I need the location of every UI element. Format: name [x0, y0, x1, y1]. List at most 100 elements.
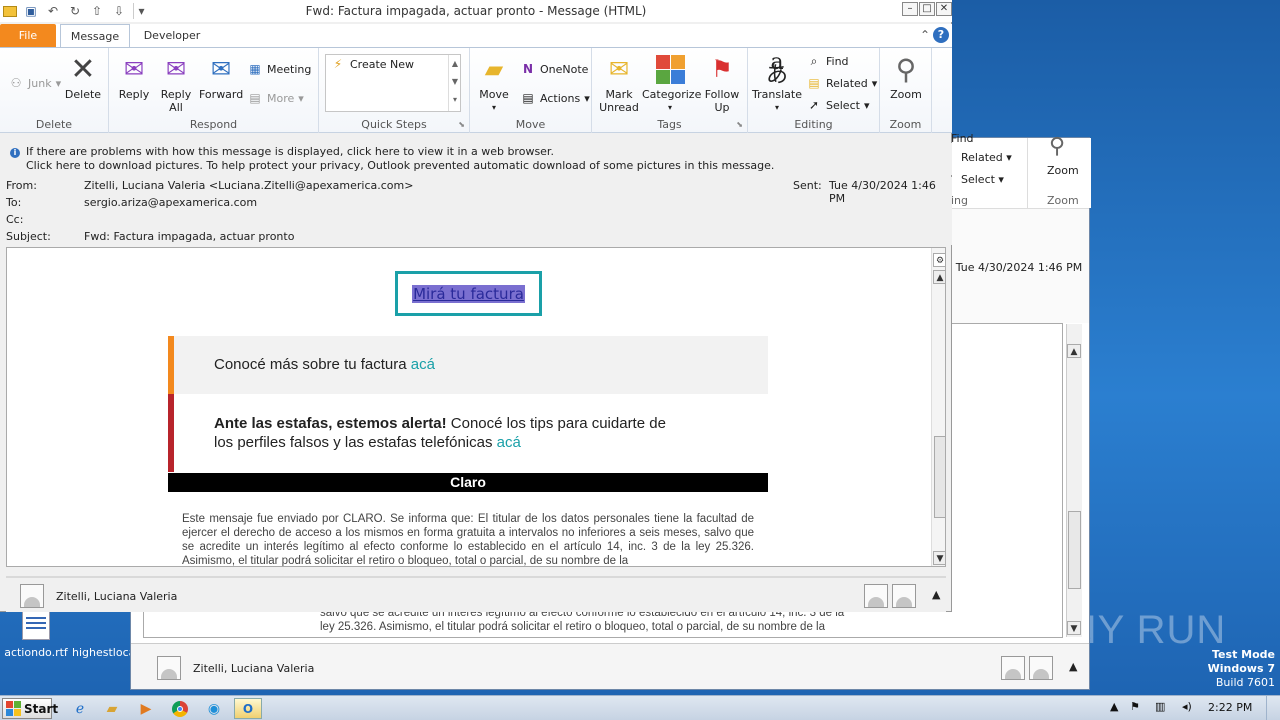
info-bar[interactable]: i If there are problems with how this me… — [0, 143, 952, 175]
to-value[interactable]: sergio.ariza@apexamerica.com — [84, 196, 257, 209]
info-line-browser[interactable]: If there are problems with how this mess… — [26, 145, 554, 158]
bg-related-button[interactable]: Related ▾ — [961, 151, 1012, 164]
dialog-launcher-icon[interactable]: ⬊ — [458, 120, 465, 129]
desktop-icon-label: actiondo.rtf — [4, 646, 68, 659]
actions-button[interactable]: ▤ Actions ▾ — [520, 89, 589, 107]
reply-label: Reply — [118, 88, 150, 101]
info-line-pictures[interactable]: Click here to download pictures. To help… — [26, 159, 774, 172]
from-value[interactable]: Zitelli, Luciana Valeria <Luciana.Zitell… — [84, 179, 413, 192]
down-icon[interactable]: ⇩ — [111, 3, 127, 19]
chevron-up-icon[interactable]: ▲ — [932, 588, 940, 601]
outlook-icon — [3, 5, 17, 17]
onenote-button[interactable]: N OneNote — [520, 60, 588, 78]
maximize-button[interactable]: □ — [919, 2, 935, 16]
select-button[interactable]: ➚ Select ▾ — [806, 96, 870, 114]
follow-up-button[interactable]: ⚑ Follow Up — [700, 54, 744, 115]
meeting-button[interactable]: ▦ Meeting — [247, 60, 311, 78]
desktop-icon-highestloca[interactable]: highestloca — [72, 646, 134, 659]
collapse-ribbon-icon[interactable]: ⌃ — [920, 28, 930, 42]
bg-scrollbar[interactable]: ▲ ▼ — [1066, 324, 1082, 637]
view-invoice-link[interactable]: Mirá tu factura — [412, 284, 525, 303]
show-desktop-button[interactable] — [1266, 696, 1280, 720]
chevron-down-icon: ▾ — [667, 103, 672, 112]
volume-icon[interactable]: ◂) — [1182, 700, 1192, 713]
translate-button[interactable]: aあ Translate ▾ — [752, 52, 802, 114]
undo-icon[interactable]: ↶ — [45, 3, 61, 19]
group-label: Editing — [794, 118, 833, 131]
reading-options-icon[interactable]: ⚙ — [933, 253, 945, 267]
find-button[interactable]: ⌕ Find — [806, 52, 849, 70]
minimize-button[interactable]: – — [902, 2, 918, 16]
group-zoom: ⚲ Zoom Zoom — [880, 48, 932, 133]
move-button[interactable]: ▰ Move ▾ — [472, 54, 516, 114]
people-pane: Zitelli, Luciana Valeria ▲ — [6, 576, 946, 612]
tray-expand-icon[interactable]: ▲ — [1110, 700, 1118, 713]
categorize-button[interactable]: Categorize ▾ — [642, 54, 701, 114]
network-icon[interactable]: ▥ — [1155, 700, 1165, 713]
scroll-down-icon[interactable]: ▼ — [933, 551, 945, 565]
scroll-up-icon[interactable]: ▲ — [933, 270, 945, 284]
bg-footer-name[interactable]: Zitelli, Luciana Valeria — [193, 662, 314, 675]
up-icon[interactable]: ⇧ — [89, 3, 105, 19]
tab-file[interactable]: File — [0, 24, 56, 48]
group-label: Delete — [35, 118, 73, 131]
ie-icon[interactable]: ℯ — [66, 698, 94, 719]
reply-all-label-2: All — [169, 101, 183, 114]
people-pane-name[interactable]: Zitelli, Luciana Valeria — [56, 590, 177, 603]
related-button[interactable]: ▤ Related ▾ — [806, 74, 877, 92]
message-scrollbar[interactable]: ⚙ ▲ ▼ — [931, 248, 945, 566]
edge-icon[interactable]: ◉ — [200, 698, 228, 719]
explorer-icon[interactable]: ▰ — [98, 698, 126, 719]
quick-access-toolbar: ▣ ↶ ↻ ⇧ ⇩ ▾ — [3, 3, 149, 19]
flag-tray-icon[interactable]: ⚑ — [1130, 700, 1140, 713]
start-button[interactable]: Start — [2, 698, 58, 719]
close-button[interactable]: ✕ — [936, 2, 952, 16]
bg-scroll-thumb[interactable] — [1068, 511, 1081, 589]
delete-label: Delete — [64, 88, 102, 101]
dialog-launcher-icon[interactable]: ⬊ — [736, 120, 743, 129]
quick-steps-gallery[interactable]: ⚡ Create New ▲ ▼ ▾ — [325, 54, 461, 112]
redo-icon[interactable]: ↻ — [67, 3, 83, 19]
tab-message[interactable]: Message — [60, 24, 130, 48]
avatar — [864, 584, 888, 608]
clock[interactable]: 2:22 PM — [1208, 701, 1252, 714]
bg-legal-line: ley 25.326. Asimismo, el titular podrá s… — [320, 621, 825, 633]
save-icon[interactable]: ▣ — [23, 3, 39, 19]
scroll-thumb[interactable] — [934, 436, 945, 518]
junk-button[interactable]: ⚇ Junk ▾ — [8, 74, 61, 92]
reply-all-button[interactable]: ✉ Reply All — [154, 54, 198, 115]
to-label: To: — [6, 196, 22, 209]
delete-button[interactable]: ✕ Delete — [61, 54, 105, 101]
related-label: Related — [826, 76, 868, 90]
scroll-down-icon[interactable]: ▼ — [1067, 621, 1081, 635]
meeting-label: Meeting — [267, 62, 312, 76]
scam-alert-link[interactable]: acá — [497, 434, 521, 451]
envelope-icon: ✉ — [608, 54, 630, 83]
mark-unread-button[interactable]: ✉ Mark Unread — [597, 54, 641, 115]
tab-developer[interactable]: Developer — [134, 24, 210, 48]
media-player-icon[interactable]: ▶ — [132, 698, 160, 719]
bg-select-button[interactable]: Select ▾ — [961, 173, 1004, 186]
chrome-icon[interactable] — [166, 698, 194, 719]
create-new-button[interactable]: ⚡ Create New — [330, 55, 414, 73]
scam-alert-line2: los perfiles falsos y las estafas telefó… — [214, 434, 497, 451]
bg-find-button[interactable]: Find — [951, 132, 974, 145]
view-invoice-button[interactable]: Mirá tu factura — [395, 271, 542, 316]
invoice-info-link[interactable]: acá — [411, 356, 435, 373]
chevron-up-icon[interactable]: ▲ — [1069, 660, 1077, 673]
avatar — [157, 656, 181, 680]
more-button[interactable]: ▤ More ▾ — [247, 89, 303, 107]
divider — [1027, 138, 1028, 208]
zoom-button[interactable]: ⚲ Zoom — [884, 54, 928, 101]
avatar — [892, 584, 916, 608]
reply-button[interactable]: ✉ Reply — [112, 54, 156, 102]
desktop-icon-actiondo[interactable]: actiondo.rtf — [4, 610, 68, 659]
bg-group-editing: ing — [951, 194, 969, 207]
forward-button[interactable]: ✉ Forward — [199, 54, 243, 102]
customize-icon[interactable]: ▾ — [133, 3, 149, 19]
bg-zoom-button[interactable]: Zoom — [1047, 164, 1079, 177]
help-icon[interactable]: ? — [933, 27, 949, 43]
gallery-scroll[interactable]: ▲ ▼ ▾ — [448, 55, 461, 111]
scroll-up-icon[interactable]: ▲ — [1067, 344, 1081, 358]
outlook-taskbar-icon[interactable]: O — [234, 698, 262, 719]
